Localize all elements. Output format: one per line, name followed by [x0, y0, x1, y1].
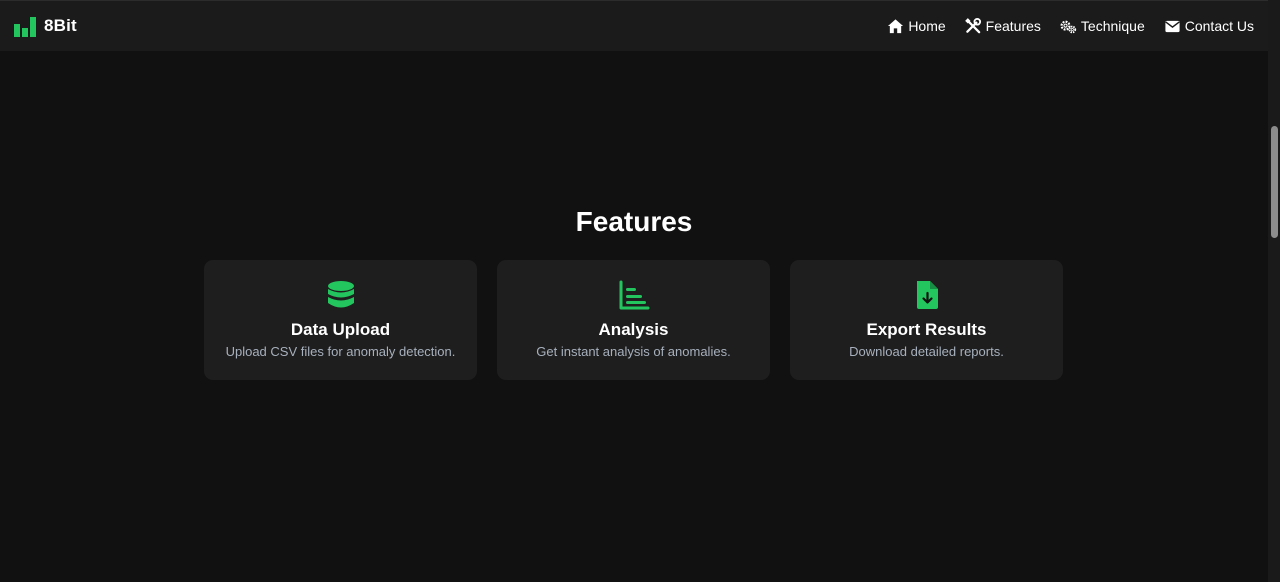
- card-description: Upload CSV files for anomaly detection.: [225, 344, 456, 359]
- file-download-icon: [916, 281, 938, 309]
- envelope-icon: [1165, 20, 1180, 32]
- nav-links: Home Features Technique Contact Us: [887, 17, 1254, 35]
- card-description: Get instant analysis of anomalies.: [536, 344, 731, 359]
- chart-bars-icon: [619, 280, 649, 310]
- brand-logo[interactable]: 8Bit: [14, 15, 77, 37]
- feature-cards: Data Upload Upload CSV files for anomaly…: [204, 260, 1063, 380]
- nav-link-contact[interactable]: Contact Us: [1164, 18, 1254, 35]
- card-description: Download detailed reports.: [849, 344, 1004, 359]
- home-icon: [888, 18, 904, 33]
- tools-icon: [964, 17, 981, 33]
- page-scrollbar[interactable]: [1268, 0, 1280, 582]
- nav-link-label: Technique: [1080, 18, 1145, 34]
- scrollbar-thumb[interactable]: [1271, 126, 1278, 238]
- gears-icon: [1060, 20, 1077, 33]
- feature-card-data-upload[interactable]: Data Upload Upload CSV files for anomaly…: [204, 260, 477, 380]
- database-icon: [327, 281, 354, 308]
- nav-link-technique[interactable]: Technique: [1060, 18, 1145, 35]
- nav-link-label: Contact Us: [1184, 18, 1254, 34]
- card-title: Analysis: [598, 320, 669, 339]
- section-title: Features: [575, 206, 693, 237]
- bar-chart-icon: [14, 17, 36, 37]
- feature-card-export-results[interactable]: Export Results Download detailed reports…: [790, 260, 1063, 380]
- nav-link-features[interactable]: Features: [964, 17, 1041, 35]
- navbar: 8Bit Home Features Technique Contact Us: [0, 0, 1268, 51]
- nav-link-label: Home: [908, 18, 946, 34]
- card-title: Data Upload: [290, 320, 391, 339]
- page: 8Bit Home Features Technique Contact Us …: [0, 0, 1280, 582]
- card-title: Export Results: [866, 320, 987, 339]
- brand-name: 8Bit: [44, 16, 77, 35]
- feature-card-analysis[interactable]: Analysis Get instant analysis of anomali…: [497, 260, 770, 380]
- nav-link-label: Features: [985, 18, 1041, 34]
- nav-link-home[interactable]: Home: [887, 18, 946, 35]
